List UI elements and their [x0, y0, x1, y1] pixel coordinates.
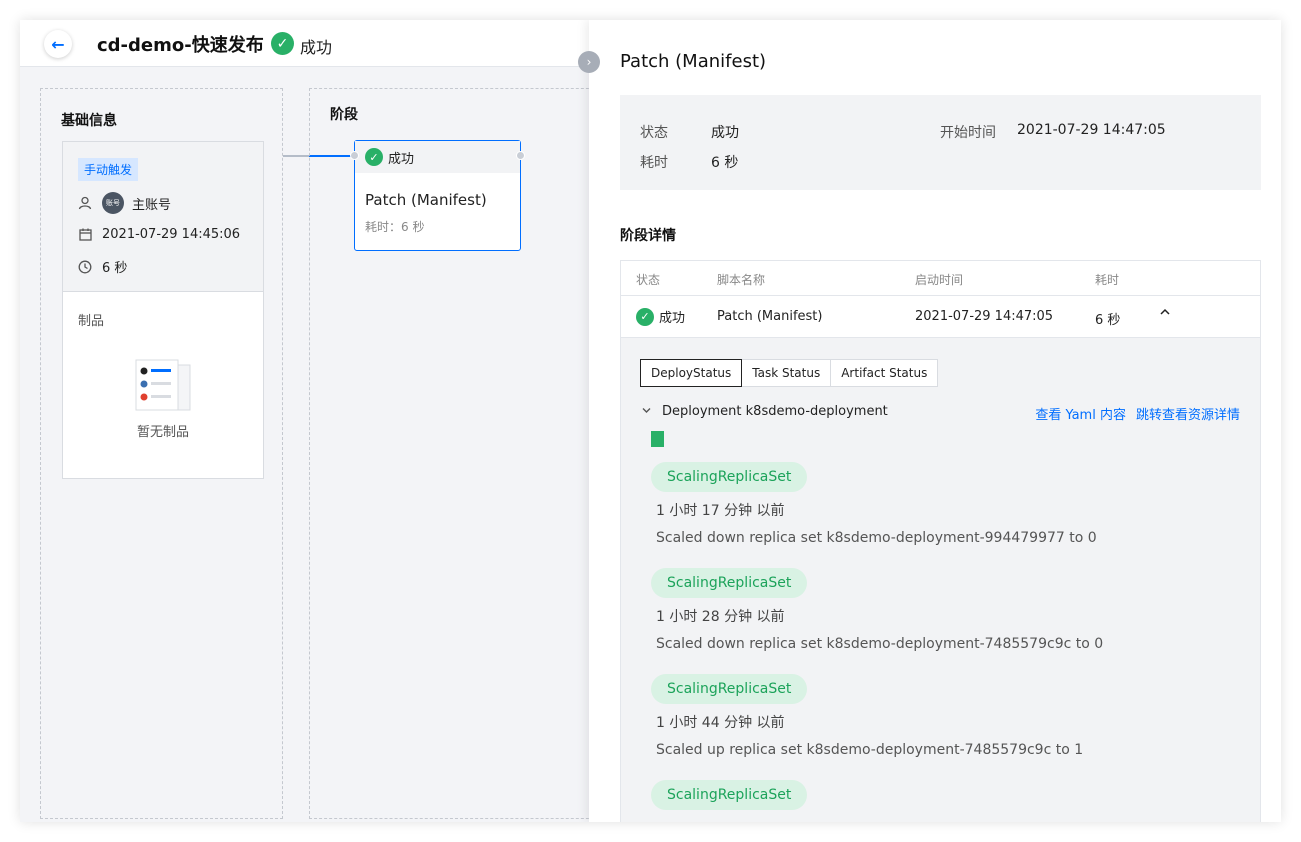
stage-output-port [516, 151, 525, 160]
tab-task-status[interactable]: Task Status [741, 359, 832, 387]
calendar-icon [78, 228, 92, 242]
view-resource-link[interactable]: 跳转查看资源详情 [1136, 404, 1240, 423]
event-tag: ScalingReplicaSet [651, 674, 808, 704]
summary-duration-label: 耗时 [640, 155, 668, 171]
clock-icon [78, 260, 92, 274]
trigger-info: 手动触发 账号 主账号 2021-07-29 14:45:06 6 秒 [63, 142, 263, 292]
stage-summary: 状态 成功 耗时 6 秒 开始时间 2021-07-29 14:47:05 [620, 95, 1261, 190]
stage-detail-panel: Patch (Manifest) 状态 成功 耗时 6 秒 开始时间 2021-… [589, 20, 1281, 822]
column-header-script: 脚本名称 [717, 273, 766, 287]
total-duration: 6 秒 [102, 261, 128, 276]
row-start: 2021-07-29 14:47:05 [915, 309, 1054, 324]
status-text: 成功 [300, 38, 333, 57]
tab-deploy-status[interactable]: DeployStatus [640, 359, 743, 387]
back-arrow-icon[interactable]: ← [44, 30, 72, 58]
stage-card[interactable]: ✓ 成功 Patch (Manifest) 耗时：6 秒 [354, 140, 521, 251]
duration-row: 6 秒 [78, 257, 127, 276]
empty-artifact-text: 暂无制品 [136, 425, 189, 440]
page-title: cd-demo-快速发布 [97, 35, 264, 56]
event-time: 1 小时 28 分钟 以前 [656, 609, 785, 625]
chevron-up-icon[interactable] [1159, 306, 1171, 322]
row-expanded-detail: DeployStatus Task Status Artifact Status… [621, 338, 1260, 822]
event-item: ScalingReplicaSet 1 小时 17 分钟 以前 Scaled d… [651, 462, 1241, 546]
event-item: ScalingReplicaSet 1 小时 44 分钟 以前 Scaled u… [651, 674, 1241, 758]
page-header: ← cd-demo-快速发布 ✓ 成功 [20, 20, 590, 67]
stage-detail-table: 状态 脚本名称 启动时间 耗时 ✓ 成功 Patch (Manifest) 20… [620, 260, 1261, 822]
row-duration: 6 秒 [1095, 313, 1121, 328]
column-header-duration: 耗时 [1095, 273, 1120, 287]
event-item: ScalingReplicaSet 1 小时 28 分钟 以前 Scaled d… [651, 568, 1241, 652]
event-item: ScalingReplicaSet [651, 780, 1241, 820]
app-frame: ← cd-demo-快速发布 ✓ 成功 基础信息 手动触发 账号 主账号 202… [20, 20, 1281, 822]
summary-duration-value: 6 秒 [711, 155, 739, 171]
row-script: Patch (Manifest) [717, 309, 823, 324]
stage-card-header: ✓ 成功 [355, 141, 520, 173]
deployment-name: Deployment k8sdemo-deployment [662, 404, 888, 419]
success-check-icon: ✓ [365, 148, 383, 166]
stage-column-title: 阶段 [330, 107, 358, 123]
event-message: Scaled down replica set k8sdemo-deployme… [656, 636, 1104, 652]
user-row: 账号 主账号 [78, 192, 171, 214]
user-icon [78, 196, 92, 210]
stage-name: Patch (Manifest) [365, 191, 487, 209]
user-name: 主账号 [132, 197, 172, 213]
collapse-panel-chevron-icon[interactable]: › [578, 51, 600, 73]
stage-duration: 耗时：6 秒 [365, 220, 425, 234]
summary-status-label: 状态 [640, 125, 668, 141]
basic-info-card: 手动触发 账号 主账号 2021-07-29 14:45:06 6 秒 制品 暂… [62, 141, 264, 479]
summary-start-value: 2021-07-29 14:47:05 [1017, 122, 1166, 138]
event-message: Scaled up replica set k8sdemo-deployment… [656, 742, 1084, 758]
stage-status: 成功 [388, 151, 415, 167]
column-header-status: 状态 [636, 273, 661, 287]
success-check-icon: ✓ [271, 32, 294, 55]
stage-input-port [350, 151, 359, 160]
date-row: 2021-07-29 14:45:06 [78, 227, 240, 242]
row-status: ✓ 成功 [636, 307, 685, 326]
deployment-toggle[interactable]: Deployment k8sdemo-deployment [641, 404, 888, 419]
tab-artifact-status[interactable]: Artifact Status [830, 359, 939, 387]
panel-title: Patch (Manifest) [620, 51, 767, 72]
event-tag: ScalingReplicaSet [651, 780, 808, 810]
status-tabs: DeployStatus Task Status Artifact Status [640, 359, 939, 387]
table-row[interactable]: ✓ 成功 Patch (Manifest) 2021-07-29 14:47:0… [621, 296, 1260, 338]
event-message: Scaled down replica set k8sdemo-deployme… [656, 530, 1097, 546]
summary-status-value: 成功 [711, 125, 739, 141]
row-status-text: 成功 [659, 311, 686, 326]
event-tag: ScalingReplicaSet [651, 568, 808, 598]
basic-info-title: 基础信息 [61, 113, 117, 129]
column-header-start: 启动时间 [915, 273, 964, 287]
deployment-links: 查看 Yaml 内容 跳转查看资源详情 [1025, 404, 1240, 423]
section-title: 阶段详情 [620, 228, 676, 244]
avatar: 账号 [102, 192, 124, 214]
trigger-date: 2021-07-29 14:45:06 [102, 227, 241, 242]
event-tag: ScalingReplicaSet [651, 462, 808, 492]
view-yaml-link[interactable]: 查看 Yaml 内容 [1035, 404, 1126, 423]
event-time: 1 小时 17 分钟 以前 [656, 503, 785, 519]
artifact-label: 制品 [78, 314, 105, 329]
table-header: 状态 脚本名称 启动时间 耗时 [621, 261, 1260, 296]
trigger-tag: 手动触发 [78, 158, 139, 181]
summary-start-label: 开始时间 [940, 125, 996, 141]
success-check-icon: ✓ [636, 307, 654, 326]
empty-artifact-illustration-icon [135, 359, 191, 411]
status-indicator [651, 431, 664, 447]
event-time: 1 小时 44 分钟 以前 [656, 715, 785, 731]
chevron-down-icon [641, 405, 652, 419]
